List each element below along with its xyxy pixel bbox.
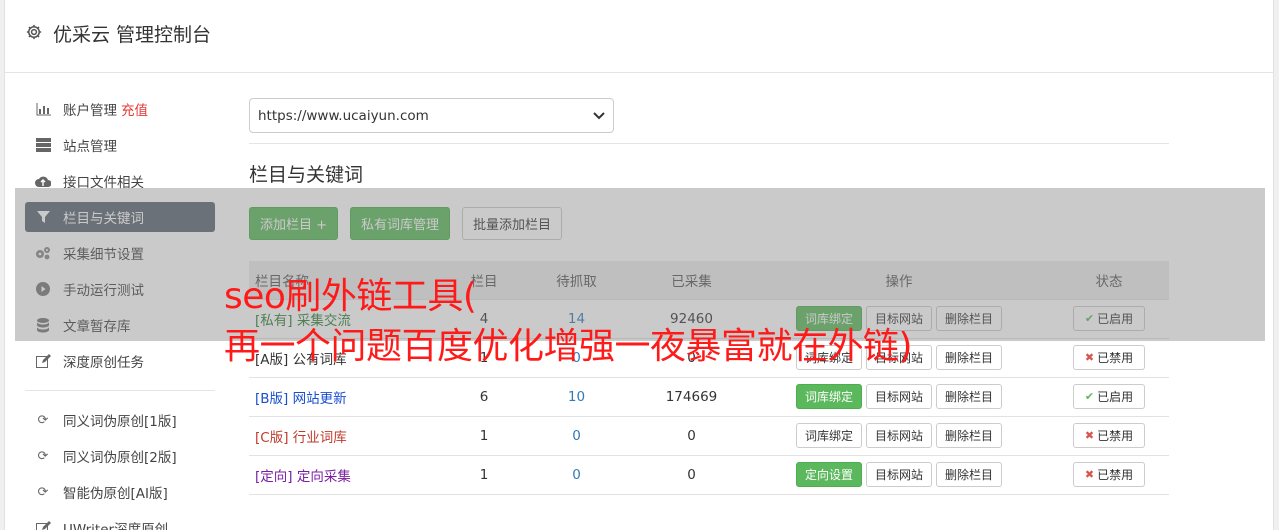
- column-tag: [定向]: [255, 468, 293, 485]
- table-row: [B版] 网站更新 6 10 174669 词库绑定 目标网站 删除栏目 ✔ 已启用: [249, 376, 1169, 416]
- ad-overlay-text: seo刷外链工具( 再一个问题百度优化增强一夜暴富就在外链): [224, 272, 913, 372]
- status-label: 已启用: [1097, 390, 1134, 404]
- page-title: 优采云 管理控制台: [53, 24, 212, 46]
- target-site-button[interactable]: 目标网站: [865, 423, 932, 448]
- cell-pending[interactable]: 0: [519, 415, 634, 455]
- sidebar-item-ai-rewrite[interactable]: ⟳ 智能伪原创[AI版]: [25, 477, 215, 507]
- sidebar-item-label: 智能伪原创[AI版]: [63, 486, 168, 502]
- cell-collected: 0: [634, 415, 749, 455]
- chevron-down-icon: [593, 111, 605, 119]
- column-name-link[interactable]: 定向采集: [297, 469, 351, 485]
- sidebar-item-synonym-v2[interactable]: ⟳ 同义词伪原创[2版]: [25, 441, 215, 471]
- sidebar-item-synonym-v1[interactable]: ⟳ 同义词伪原创[1版]: [25, 405, 215, 435]
- cell-status: ✖ 已禁用: [1049, 337, 1169, 377]
- delete-column-button[interactable]: 删除栏目: [936, 384, 1003, 409]
- sidebar-item-label: UWriter深度原创: [63, 522, 169, 530]
- cell-ops: 词库绑定 目标网站 删除栏目: [749, 376, 1049, 416]
- refresh-icon: ⟳: [37, 412, 49, 428]
- cell-kw: 6: [449, 376, 519, 416]
- cell-pending[interactable]: 10: [519, 376, 634, 416]
- sidebar-item-label: 账户管理: [63, 103, 117, 119]
- recharge-link[interactable]: 充值: [121, 99, 148, 119]
- column-name-link[interactable]: 行业词库: [293, 430, 347, 446]
- cell-status: ✔ 已启用: [1049, 376, 1169, 416]
- site-select-value: https://www.ucaiyun.com: [258, 107, 429, 124]
- sidebar-item-sites[interactable]: 站点管理: [25, 130, 215, 160]
- site-select[interactable]: https://www.ucaiyun.com: [249, 98, 614, 133]
- cell-pending[interactable]: 0: [519, 454, 634, 495]
- bind-lib-button[interactable]: 词库绑定: [795, 423, 862, 448]
- cloud-upload-icon: [35, 173, 51, 189]
- bind-lib-button[interactable]: 定向设置: [795, 462, 862, 487]
- cell-status: ✖ 已禁用: [1049, 454, 1169, 495]
- delete-column-button[interactable]: 删除栏目: [936, 462, 1003, 487]
- sidebar-item-account[interactable]: 账户管理 充值: [25, 94, 215, 124]
- delete-column-button[interactable]: 删除栏目: [936, 423, 1003, 448]
- column-tag: [C版]: [255, 429, 289, 446]
- cell-name: [B版] 网站更新: [249, 376, 449, 416]
- x-icon: ✖: [1084, 351, 1095, 364]
- bind-lib-button[interactable]: 词库绑定: [795, 384, 862, 409]
- x-icon: ✖: [1084, 429, 1095, 442]
- edit-icon: [35, 520, 51, 530]
- column-name-link[interactable]: 网站更新: [293, 391, 347, 407]
- cell-name: [定向] 定向采集: [249, 454, 449, 495]
- ad-line-1: seo刷外链工具(: [224, 276, 477, 317]
- cell-ops: 词库绑定 目标网站 删除栏目: [749, 415, 1049, 455]
- app-header: 优采云 管理控制台: [5, 0, 1273, 73]
- cell-kw: 1: [449, 454, 519, 495]
- target-site-button[interactable]: 目标网站: [865, 384, 932, 409]
- cell-name: [C版] 行业词库: [249, 415, 449, 455]
- status-label: 已禁用: [1097, 429, 1134, 443]
- target-site-button[interactable]: 目标网站: [865, 462, 932, 487]
- edit-icon: [35, 353, 51, 369]
- cell-status: ✖ 已禁用: [1049, 415, 1169, 455]
- ad-line-2: 再一个问题百度优化增强一夜暴富就在外链): [224, 326, 913, 367]
- sidebar-item-label: 深度原创任务: [63, 355, 144, 371]
- bar-chart-icon: [35, 101, 51, 117]
- refresh-icon: ⟳: [37, 448, 49, 464]
- status-toggle-button[interactable]: ✔ 已启用: [1073, 384, 1145, 409]
- sidebar-item-deep-original[interactable]: 深度原创任务: [25, 346, 215, 376]
- server-icon: [35, 137, 51, 153]
- table-row: [C版] 行业词库 1 0 0 词库绑定 目标网站 删除栏目 ✖ 已禁用: [249, 415, 1169, 455]
- check-icon: ✔: [1084, 390, 1095, 403]
- cell-collected: 174669: [634, 376, 749, 416]
- status-label: 已禁用: [1097, 351, 1134, 365]
- divider: [249, 143, 1169, 144]
- delete-column-button[interactable]: 删除栏目: [936, 345, 1003, 370]
- cell-ops: 定向设置 目标网站 删除栏目: [749, 454, 1049, 495]
- x-icon: ✖: [1084, 468, 1095, 481]
- sidebar-item-label: 站点管理: [63, 139, 117, 155]
- status-toggle-button[interactable]: ✖ 已禁用: [1073, 345, 1145, 370]
- refresh-icon: ⟳: [37, 484, 49, 500]
- column-tag: [B版]: [255, 390, 289, 407]
- cell-kw: 1: [449, 415, 519, 455]
- sidebar-item-label: 同义词伪原创[2版]: [63, 450, 177, 466]
- gear-icon: [26, 24, 42, 40]
- sidebar-item-uwriter[interactable]: UWriter深度原创: [25, 513, 215, 530]
- table-row: [定向] 定向采集 1 0 0 定向设置 目标网站 删除栏目 ✖ 已禁用: [249, 454, 1169, 495]
- status-label: 已禁用: [1097, 468, 1134, 482]
- sidebar-divider: [25, 390, 215, 391]
- status-toggle-button[interactable]: ✖ 已禁用: [1073, 423, 1145, 448]
- sidebar-item-label: 同义词伪原创[1版]: [63, 414, 177, 430]
- status-toggle-button[interactable]: ✖ 已禁用: [1073, 462, 1145, 487]
- cell-collected: 0: [634, 454, 749, 495]
- section-title: 栏目与关键词: [249, 164, 364, 186]
